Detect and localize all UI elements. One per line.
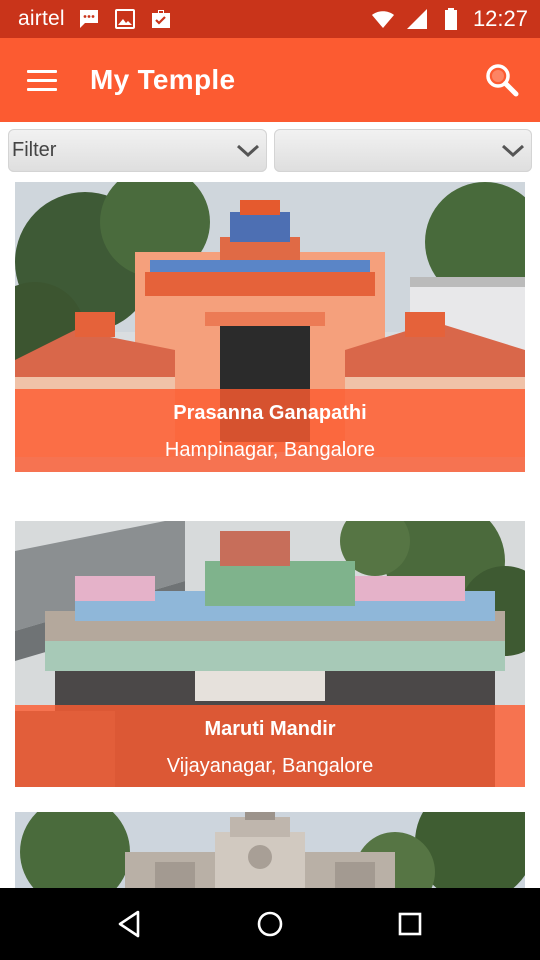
filter-dropdown-value: Filter xyxy=(12,139,57,161)
temple-location: Vijayanagar, Bangalore xyxy=(166,755,374,777)
temple-card[interactable]: Prasanna Ganapathi Hampinagar, Bangalore xyxy=(15,182,525,472)
chevron-down-icon xyxy=(233,136,263,166)
hamburger-menu-icon[interactable] xyxy=(12,50,72,110)
temple-name: Prasanna Ganapathi xyxy=(173,402,367,424)
filter-bar: Filter xyxy=(8,129,532,172)
temple-card[interactable] xyxy=(15,812,525,888)
recents-icon[interactable] xyxy=(380,894,440,954)
temple-card[interactable]: Maruti Mandir Vijayanagar, Bangalore xyxy=(15,521,525,787)
carrier-name: airtel xyxy=(18,7,65,30)
status-bar: airtel 12:27 xyxy=(0,0,540,38)
clock: 12:27 xyxy=(472,6,528,31)
page-title: My Temple xyxy=(90,64,236,95)
chevron-down-icon xyxy=(498,136,528,166)
wifi-icon xyxy=(371,11,394,28)
temple-name: Maruti Mandir xyxy=(204,718,336,740)
message-icon xyxy=(79,10,98,28)
app-bar: My Temple xyxy=(0,38,540,122)
briefcase-check-icon xyxy=(151,10,170,28)
back-icon[interactable] xyxy=(100,894,160,954)
image-icon xyxy=(114,9,135,29)
battery-icon xyxy=(444,8,457,30)
temple-list[interactable]: Prasanna Ganapathi Hampinagar, Bangalore… xyxy=(0,182,540,888)
filter-dropdown[interactable]: Filter xyxy=(8,129,267,172)
sub-filter-dropdown[interactable] xyxy=(273,129,532,172)
temple-photo xyxy=(15,812,525,888)
system-nav-bar xyxy=(0,888,540,960)
temple-location: Hampinagar, Bangalore xyxy=(164,439,376,461)
search-icon[interactable] xyxy=(480,58,524,102)
signal-icon xyxy=(406,9,427,29)
home-icon[interactable] xyxy=(240,894,300,954)
